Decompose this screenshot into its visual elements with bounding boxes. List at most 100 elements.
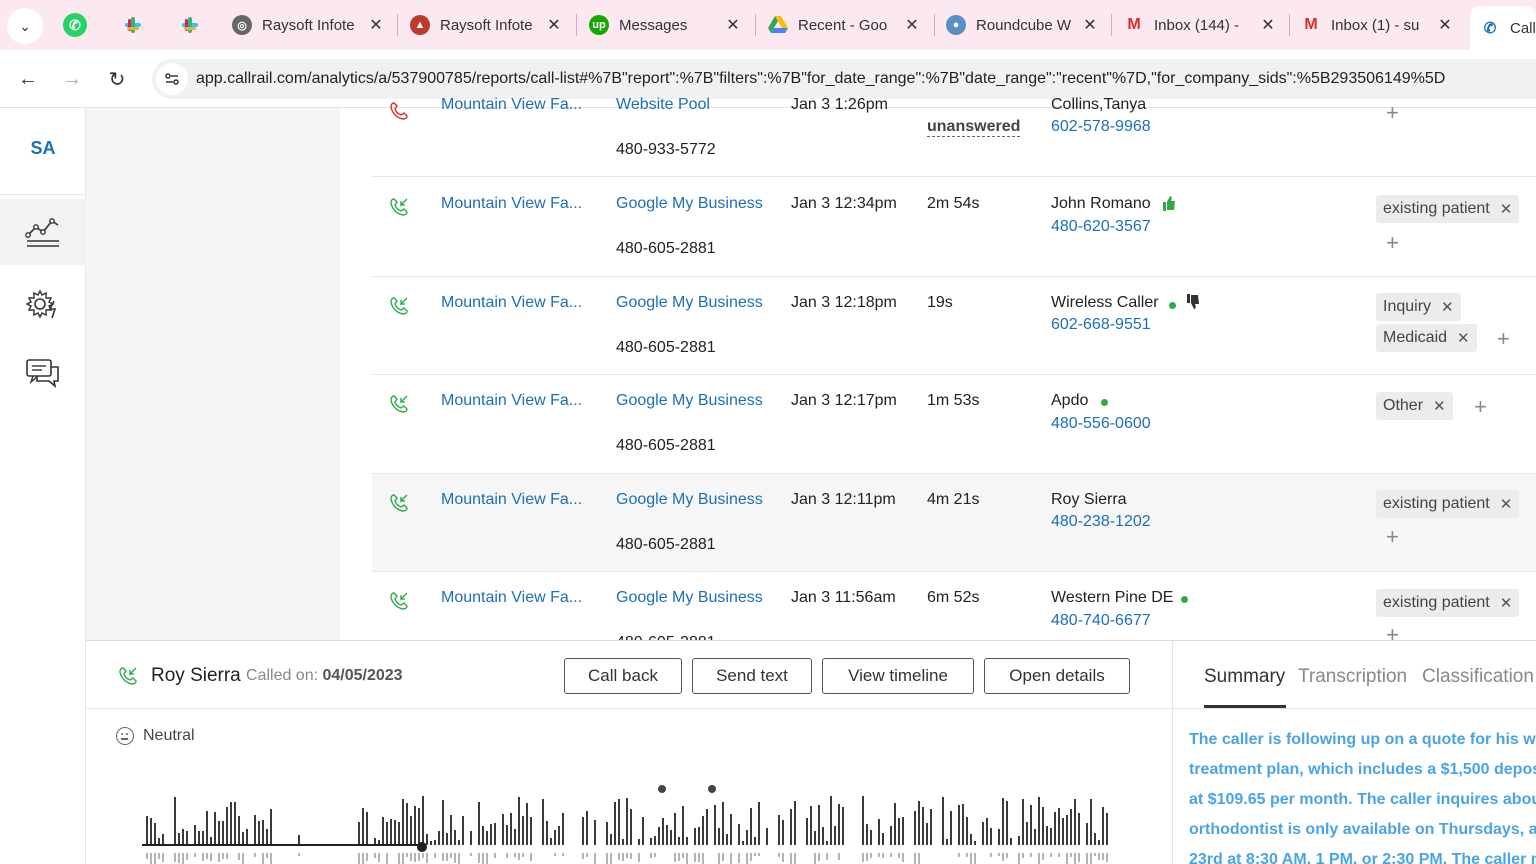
waveform-bar	[270, 809, 272, 845]
add-tag-icon[interactable]: +	[1386, 524, 1399, 550]
tag-label: Inquiry	[1383, 298, 1432, 315]
inbound-call-icon	[390, 297, 408, 315]
close-tab-icon[interactable]: ✕	[902, 15, 922, 35]
browser-tab[interactable]: ◎ Raysoft Infote ✕	[222, 6, 394, 44]
tag-chip[interactable]: Medicaid ✕	[1376, 324, 1477, 352]
tab-classification[interactable]: Classification	[1422, 666, 1534, 688]
tab-summary[interactable]: Summary	[1204, 666, 1285, 688]
caller-phone[interactable]: 480-620-3567	[1051, 218, 1151, 236]
account-avatar[interactable]: SA	[0, 138, 86, 159]
rail-item-analytics[interactable]	[0, 199, 86, 265]
remove-tag-icon[interactable]: ✕	[1433, 397, 1446, 415]
source-link[interactable]: Google My Business	[616, 294, 763, 312]
table-row[interactable]: Mountain View Fa... Google My Business 4…	[372, 572, 1536, 640]
add-tag-icon[interactable]: +	[1474, 394, 1487, 420]
send-text-button[interactable]: Send text	[692, 658, 812, 694]
table-row[interactable]: Mountain View Fa... Google My Business 4…	[372, 178, 1536, 277]
waveform-bar	[970, 834, 972, 845]
waveform-bar-channel-2	[238, 853, 240, 860]
browser-tab[interactable]: Recent - Goo ✕	[758, 6, 930, 44]
browser-tab[interactable]: M Inbox (144) - ✕	[1114, 6, 1286, 44]
playhead-handle[interactable]	[417, 842, 427, 852]
waveform-bar	[830, 796, 832, 845]
close-tab-icon[interactable]: ✕	[1258, 15, 1278, 35]
close-tab-icon[interactable]: ✕	[544, 15, 564, 35]
table-row[interactable]: Mountain View Fa... Google My Business 4…	[372, 375, 1536, 474]
remove-tag-icon[interactable]: ✕	[1441, 298, 1454, 316]
caller-phone[interactable]: 602-668-9551	[1051, 316, 1151, 334]
add-tag-icon[interactable]: +	[1386, 230, 1399, 256]
source-link[interactable]: Google My Business	[616, 392, 763, 410]
audio-waveform[interactable]	[142, 781, 1112, 864]
company-link[interactable]: Mountain View Fa...	[441, 589, 582, 607]
waveform-bar-channel-2	[358, 853, 360, 864]
source-link[interactable]: Google My Business	[616, 491, 763, 509]
waveform-bar	[1078, 813, 1080, 845]
browser-tab[interactable]: M Inbox (1) - su ✕	[1291, 6, 1463, 44]
company-link[interactable]: Mountain View Fa...	[441, 491, 582, 509]
add-tag-icon[interactable]: +	[1386, 100, 1399, 126]
view-timeline-button[interactable]: View timeline	[822, 658, 974, 694]
caller-phone[interactable]: 480-556-0600	[1051, 415, 1151, 433]
browser-tab[interactable]: ● Roundcube W ✕	[936, 6, 1108, 44]
add-tag-icon[interactable]: +	[1386, 622, 1399, 640]
tracking-number: 480-933-5772	[616, 141, 716, 158]
tab-transcription[interactable]: Transcription	[1298, 666, 1407, 688]
rail-item-conversations[interactable]	[0, 340, 86, 406]
whatsapp-pinned-tab-icon[interactable]: ✆	[63, 13, 87, 37]
caller-phone[interactable]: 480-238-1202	[1051, 513, 1151, 531]
site-info-icon[interactable]	[156, 63, 188, 95]
remove-tag-icon[interactable]: ✕	[1457, 329, 1470, 347]
tag-chip[interactable]: existing patient ✕	[1376, 589, 1520, 617]
browser-tab[interactable]: ▲ Raysoft Infote ✕	[400, 6, 572, 44]
browser-tab[interactable]: up Messages ✕	[579, 6, 751, 44]
slack-pinned-tab-icon[interactable]	[121, 13, 145, 37]
tag-chip[interactable]: existing patient ✕	[1376, 490, 1520, 518]
reload-icon[interactable]: ↻	[102, 64, 132, 94]
back-arrow-icon[interactable]: ←	[13, 64, 43, 94]
caller-phone[interactable]: 480-740-6677	[1051, 612, 1151, 630]
waveform-bar-channel-2	[638, 853, 640, 862]
source-link[interactable]: Google My Business	[616, 195, 763, 213]
waveform-bar	[486, 831, 488, 845]
company-link[interactable]: Mountain View Fa...	[441, 392, 582, 410]
table-row[interactable]: Mountain View Fa... Website Pool 480-933…	[372, 88, 1536, 177]
waveform-bar	[742, 841, 744, 845]
caller-phone[interactable]: 602-578-9968	[1051, 118, 1151, 136]
slack-pinned-tab-icon-2[interactable]	[178, 13, 202, 37]
close-tab-icon[interactable]: ✕	[1435, 15, 1455, 35]
open-details-button[interactable]: Open details	[984, 658, 1130, 694]
tag-chip[interactable]: Inquiry ✕	[1376, 293, 1461, 321]
waveform-bar	[1098, 840, 1100, 845]
call-back-button[interactable]: Call back	[564, 658, 682, 694]
browser-tab-active[interactable]: ✆ Call	[1470, 6, 1536, 50]
waveform-bar	[418, 808, 420, 845]
waveform-bar-channel-2	[434, 853, 436, 858]
table-row[interactable]: Mountain View Fa... Google My Business 4…	[372, 277, 1536, 375]
waveform-bar	[1038, 797, 1040, 845]
company-link[interactable]: Mountain View Fa...	[441, 294, 582, 312]
waveform-bar-channel-2	[722, 853, 724, 861]
waveform-marker[interactable]	[708, 785, 716, 793]
waveform-bar	[918, 801, 920, 845]
table-row[interactable]: Mountain View Fa... Google My Business 4…	[372, 474, 1536, 572]
close-tab-icon[interactable]: ✕	[366, 15, 386, 35]
forward-arrow-icon[interactable]: →	[57, 64, 87, 94]
add-tag-icon[interactable]: +	[1497, 326, 1510, 352]
waveform-bar	[454, 830, 456, 845]
waveform-marker[interactable]	[658, 785, 666, 793]
close-tab-icon[interactable]: ✕	[1080, 15, 1100, 35]
remove-tag-icon[interactable]: ✕	[1500, 495, 1513, 513]
remove-tag-icon[interactable]: ✕	[1500, 594, 1513, 612]
close-tab-icon[interactable]: ✕	[723, 15, 743, 35]
company-link[interactable]: Mountain View Fa...	[441, 96, 582, 114]
remove-tag-icon[interactable]: ✕	[1500, 200, 1513, 218]
source-link[interactable]: Website Pool	[616, 96, 710, 114]
source-link[interactable]: Google My Business	[616, 589, 763, 607]
company-link[interactable]: Mountain View Fa...	[441, 195, 582, 213]
tag-chip[interactable]: existing patient ✕	[1376, 195, 1520, 223]
tab-search-chevron-icon[interactable]: ⌄	[7, 8, 43, 44]
call-duration[interactable]: unanswered	[927, 118, 1021, 137]
rail-item-automation[interactable]	[0, 271, 86, 337]
tag-chip[interactable]: Other ✕	[1376, 392, 1453, 420]
